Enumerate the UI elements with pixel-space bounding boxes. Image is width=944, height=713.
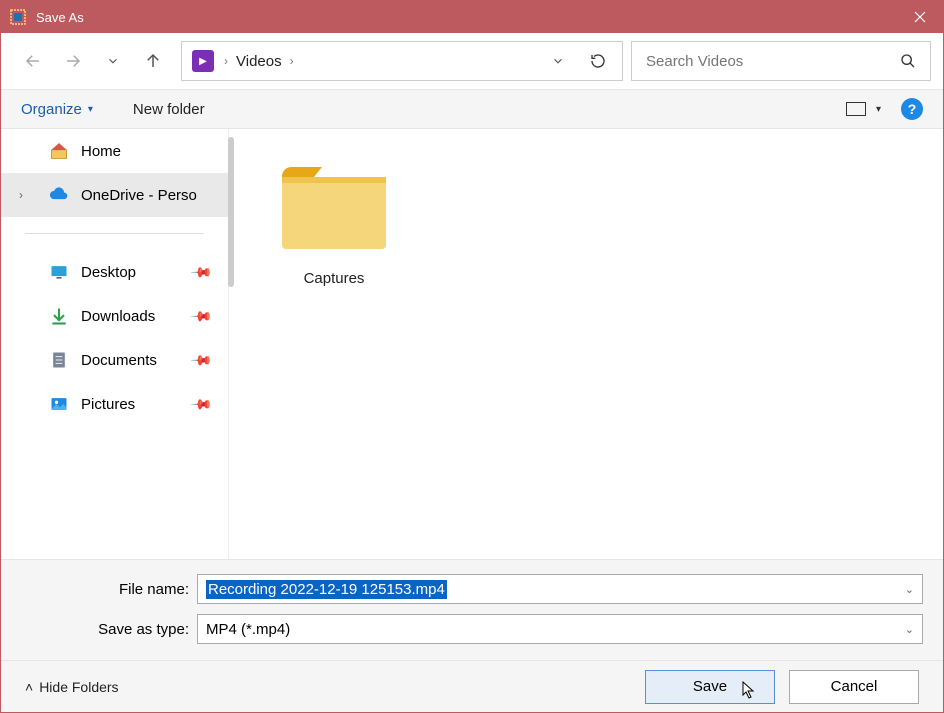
arrow-right-icon xyxy=(64,52,82,70)
filetype-row: Save as type: MP4 (*.mp4) ⌄ xyxy=(21,614,923,644)
sidebar-item-desktop[interactable]: Desktop 📌 xyxy=(1,250,228,294)
chevron-right-icon: › xyxy=(19,188,23,202)
search-icon xyxy=(900,53,916,69)
folder-icon xyxy=(274,157,394,257)
sidebar-scrollbar[interactable] xyxy=(228,137,234,287)
breadcrumb-videos[interactable]: Videos xyxy=(236,53,282,70)
file-pane[interactable]: Captures xyxy=(229,129,943,559)
sidebar: Home › OneDrive - Perso Desktop 📌 Downlo… xyxy=(1,129,229,559)
address-bar[interactable]: › Videos › xyxy=(181,41,623,81)
organize-menu[interactable]: Organize ▾ xyxy=(21,101,93,118)
titlebar: Save As xyxy=(1,1,943,33)
address-dropdown[interactable] xyxy=(538,45,578,77)
forward-button[interactable] xyxy=(53,45,93,77)
cancel-button[interactable]: Cancel xyxy=(789,670,919,704)
videos-folder-icon xyxy=(192,50,214,72)
fields-panel: File name: Recording 2022-12-19 125153.m… xyxy=(1,559,943,660)
chevron-down-icon: ▾ xyxy=(88,104,93,115)
home-icon xyxy=(49,141,69,161)
sidebar-documents-label: Documents xyxy=(81,352,157,369)
download-icon xyxy=(49,306,69,326)
body: Home › OneDrive - Perso Desktop 📌 Downlo… xyxy=(1,129,943,559)
breadcrumb-sep: › xyxy=(224,54,228,68)
arrow-left-icon xyxy=(24,52,42,70)
filetype-value: MP4 (*.mp4) xyxy=(206,621,290,638)
refresh-button[interactable] xyxy=(578,45,618,77)
sidebar-item-onedrive[interactable]: › OneDrive - Perso xyxy=(1,173,228,217)
filetype-select[interactable]: MP4 (*.mp4) ⌄ xyxy=(197,614,923,644)
close-icon xyxy=(914,11,926,23)
toolbar: Organize ▾ New folder ▾ ? xyxy=(1,89,943,129)
save-button[interactable]: Save xyxy=(645,670,775,704)
organize-label: Organize xyxy=(21,101,82,118)
pin-icon: 📌 xyxy=(189,348,213,372)
sidebar-pictures-label: Pictures xyxy=(81,396,135,413)
pictures-icon xyxy=(49,394,69,414)
sidebar-onedrive-label: OneDrive - Perso xyxy=(81,187,197,204)
chevron-down-icon[interactable]: ⌄ xyxy=(905,623,914,636)
chevron-up-icon: ˄ xyxy=(25,679,33,695)
refresh-icon xyxy=(590,53,606,69)
filetype-label: Save as type: xyxy=(21,621,189,638)
chevron-down-icon xyxy=(106,54,120,68)
desktop-icon xyxy=(49,262,69,282)
save-label: Save xyxy=(693,678,727,695)
cloud-icon xyxy=(49,185,69,205)
window-title: Save As xyxy=(36,10,897,25)
up-button[interactable] xyxy=(133,45,173,77)
footer: ˄ Hide Folders Save Cancel xyxy=(1,660,943,712)
pin-icon: 📌 xyxy=(189,392,213,416)
sidebar-desktop-label: Desktop xyxy=(81,264,136,281)
pin-icon: 📌 xyxy=(189,260,213,284)
chevron-down-icon[interactable]: ⌄ xyxy=(905,583,914,596)
pin-icon: 📌 xyxy=(189,304,213,328)
new-folder-button[interactable]: New folder xyxy=(133,101,205,118)
sidebar-home-label: Home xyxy=(81,143,121,160)
app-icon xyxy=(10,9,26,25)
sidebar-divider xyxy=(25,233,204,234)
search-box[interactable] xyxy=(631,41,931,81)
chevron-down-icon xyxy=(551,54,565,68)
breadcrumb-sep2: › xyxy=(290,54,294,68)
sidebar-item-home[interactable]: Home xyxy=(1,129,228,173)
filename-row: File name: Recording 2022-12-19 125153.m… xyxy=(21,574,923,604)
sidebar-item-documents[interactable]: Documents 📌 xyxy=(1,338,228,382)
hide-folders-button[interactable]: ˄ Hide Folders xyxy=(25,679,119,695)
search-input[interactable] xyxy=(646,53,900,70)
sidebar-item-downloads[interactable]: Downloads 📌 xyxy=(1,294,228,338)
sidebar-item-pictures[interactable]: Pictures 📌 xyxy=(1,382,228,426)
save-as-dialog: Save As › Videos › Organize ▾ New folder xyxy=(0,0,944,713)
filename-label: File name: xyxy=(21,581,189,598)
chevron-down-icon: ▾ xyxy=(876,104,881,115)
folder-captures-label: Captures xyxy=(269,270,399,287)
cursor-icon xyxy=(742,681,756,699)
help-button[interactable]: ? xyxy=(901,98,923,120)
folder-captures[interactable]: Captures xyxy=(269,157,399,287)
view-button[interactable]: ▾ xyxy=(846,102,881,116)
arrow-up-icon xyxy=(144,52,162,70)
filename-input[interactable]: Recording 2022-12-19 125153.mp4 ⌄ xyxy=(197,574,923,604)
view-icon xyxy=(846,102,866,116)
sidebar-downloads-label: Downloads xyxy=(81,308,155,325)
history-dropdown[interactable] xyxy=(93,45,133,77)
back-button[interactable] xyxy=(13,45,53,77)
nav-row: › Videos › xyxy=(1,33,943,89)
close-button[interactable] xyxy=(897,1,943,33)
filename-value: Recording 2022-12-19 125153.mp4 xyxy=(206,580,447,599)
hide-folders-label: Hide Folders xyxy=(39,679,118,695)
document-icon xyxy=(49,350,69,370)
